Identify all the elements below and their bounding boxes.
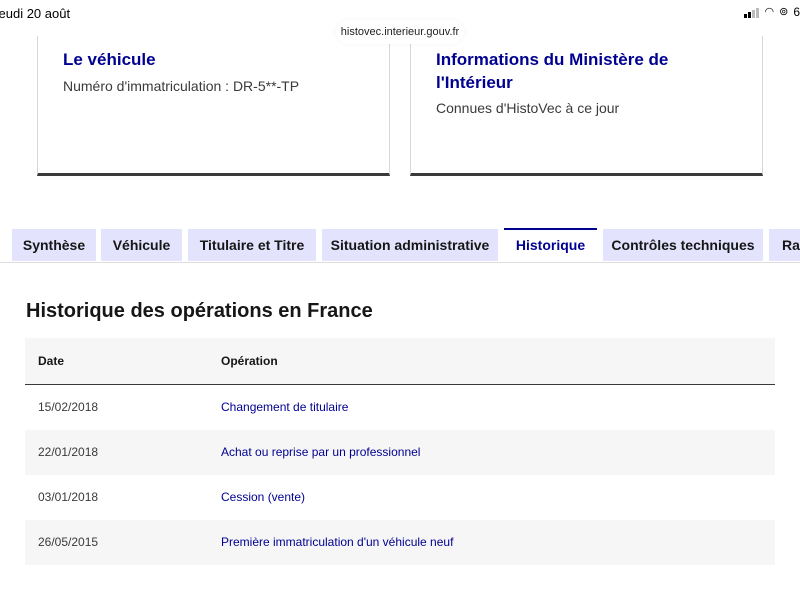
registration-number: Numéro d'immatriculation : DR-5**-TP (63, 78, 300, 94)
table-header: Date Opération (25, 338, 775, 385)
table-row: 03/01/2018 Cession (vente) (25, 475, 775, 520)
tab-vehicule[interactable]: Véhicule (101, 229, 182, 261)
tab-situation[interactable]: Situation administrative (322, 229, 498, 261)
status-date: Jeudi 20 août (0, 6, 71, 21)
row-date: 22/01/2018 (38, 445, 99, 459)
row-date: 03/01/2018 (38, 490, 99, 504)
table-row: 22/01/2018 Achat ou reprise par un profe… (25, 430, 775, 475)
row-date: 15/02/2018 (38, 400, 99, 414)
section-title: Historique des opérations en France (26, 300, 373, 322)
vehicle-card-title[interactable]: Le véhicule (63, 48, 156, 71)
table-row: 15/02/2018 Changement de titulaire (25, 385, 775, 430)
tab-historique[interactable]: Historique (504, 228, 597, 262)
signal-icon (744, 7, 760, 18)
tab-controles[interactable]: Contrôles techniques (603, 229, 763, 261)
ministry-card-subtitle: Connues d'HistoVec à ce jour (436, 100, 620, 116)
row-operation: Changement de titulaire (221, 400, 349, 414)
vehicle-card: Le véhicule Numéro d'immatriculation : D… (37, 36, 390, 176)
lock-rotation-icon: ⊚ (779, 5, 789, 18)
row-operation: Achat ou reprise par un professionnel (221, 445, 421, 459)
row-operation: Première immatriculation d'un véhicule n… (221, 535, 454, 549)
wifi-icon: ◠ (764, 5, 775, 18)
status-icons: ◠ ⊚ 6 (744, 5, 800, 19)
ministry-card-title[interactable]: Informations du Ministère de l'Intérieur (436, 48, 736, 94)
table-row: 26/05/2015 Première immatriculation d'un… (25, 520, 775, 565)
tab-rapport[interactable]: Rap (769, 229, 800, 261)
tab-synthese[interactable]: Synthèse (12, 229, 96, 261)
row-operation: Cession (vente) (221, 490, 306, 504)
history-table: Date Opération 15/02/2018 Changement de … (25, 338, 775, 565)
tab-titulaire[interactable]: Titulaire et Titre (188, 229, 316, 261)
tab-bar: Synthèse Véhicule Titulaire et Titre Sit… (0, 228, 800, 263)
ministry-card: Informations du Ministère de l'Intérieur… (410, 36, 763, 176)
battery-level: 6 (793, 5, 800, 19)
row-date: 26/05/2015 (38, 535, 99, 549)
header-operation: Opération (221, 354, 278, 368)
header-date: Date (38, 354, 65, 368)
url-bar[interactable]: histovec.interieur.gouv.fr (336, 20, 464, 44)
